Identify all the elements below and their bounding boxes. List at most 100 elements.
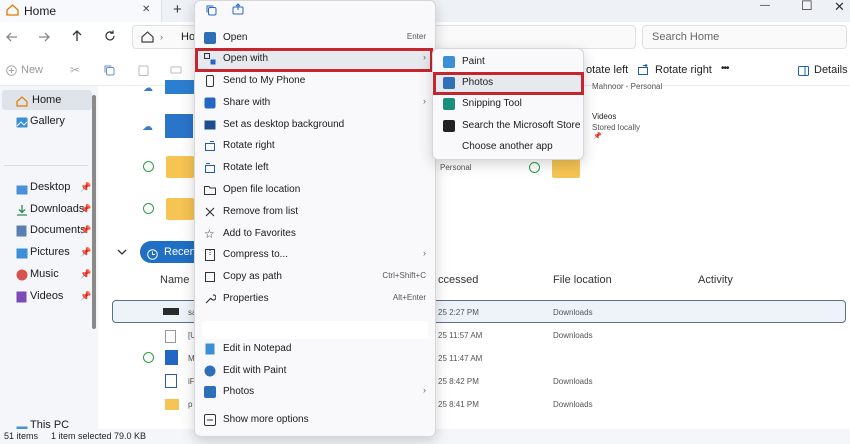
rotate-left-icon	[204, 162, 216, 174]
pin-icon: 📌	[80, 291, 92, 301]
column-header-activity[interactable]: Activity	[698, 274, 733, 286]
sidebar-scrollbar[interactable]	[92, 95, 96, 329]
sidebar-item-documents[interactable]: Documents 📌	[0, 220, 92, 240]
menu-item-remove-from-list[interactable]: Remove from list	[194, 202, 436, 223]
sidebar-item-downloads[interactable]: Downloads 📌	[0, 199, 92, 219]
submenu-item-microsoft-store[interactable]: Search the Microsoft Store	[432, 116, 584, 137]
pin-icon: 📌	[80, 269, 92, 279]
folder-thumbnail[interactable]	[166, 156, 194, 178]
menu-item-properties[interactable]: Properties Alt+Enter	[194, 289, 436, 310]
paint-icon	[204, 365, 216, 377]
sidebar-item-label: Videos	[30, 290, 64, 302]
close-window-button[interactable]: ✕	[834, 0, 845, 15]
menu-item-photos[interactable]: Photos ›	[194, 382, 436, 403]
sidebar-item-desktop[interactable]: Desktop 📌	[0, 177, 91, 197]
synced-check-icon	[143, 352, 154, 363]
menu-item-rotate-left[interactable]: Rotate left	[194, 158, 436, 179]
image-thumbnail[interactable]	[165, 114, 193, 138]
submenu-item-paint[interactable]: Paint	[432, 52, 584, 73]
rename-icon[interactable]	[170, 64, 182, 79]
more-options-icon[interactable]: •••	[721, 63, 729, 74]
rotate-right-button[interactable]: Rotate right	[655, 64, 712, 76]
menu-item-share-with[interactable]: Share with ›	[194, 93, 436, 114]
file-icon	[165, 350, 178, 365]
sidebar-item-label: This PC	[30, 419, 70, 429]
new-tab-button[interactable]: +	[173, 1, 182, 18]
zip-icon	[204, 249, 216, 261]
submenu-item-snipping-tool[interactable]: Snipping Tool	[432, 94, 584, 115]
photos-highlight	[433, 72, 584, 95]
forward-arrow-icon[interactable]	[38, 31, 50, 45]
close-icon	[204, 206, 216, 218]
chevron-right-icon: ›	[423, 248, 426, 258]
menu-item-copy-as-path[interactable]: Copy as path Ctrl+Shift+C	[194, 267, 436, 288]
column-header-name[interactable]: Name	[160, 274, 189, 286]
photos-app-icon	[204, 386, 216, 398]
notepad-icon	[204, 343, 216, 355]
chevron-right-icon: ›	[160, 32, 163, 42]
pin-icon: 📌	[593, 133, 602, 140]
details-button[interactable]: Details	[814, 64, 848, 76]
menu-item-edit-in-notepad[interactable]: Edit in Notepad	[194, 339, 436, 360]
sidebar-item-home[interactable]: Home	[2, 90, 92, 110]
synced-check-icon	[529, 162, 540, 173]
menu-item-add-to-favorites[interactable]: ☆ Add to Favorites	[194, 224, 436, 245]
copy-icon[interactable]	[205, 4, 217, 19]
sidebar-item-pictures[interactable]: Pictures 📌	[0, 242, 91, 262]
file-thumbnail	[163, 308, 179, 315]
new-button[interactable]: New	[21, 64, 43, 76]
chevron-down-icon[interactable]	[117, 245, 127, 259]
sidebar-item-gallery[interactable]: Gallery	[0, 111, 90, 131]
sidebar-item-label: Music	[30, 268, 59, 280]
menu-item-send-to-phone[interactable]: Send to My Phone	[194, 71, 436, 92]
open-with-highlight	[195, 48, 433, 72]
tab-home[interactable]: Home ✕	[0, 0, 162, 22]
pin-icon: 📌	[80, 225, 92, 235]
menu-item-open-file-location[interactable]: Open file location	[194, 180, 436, 201]
copy-icon[interactable]	[103, 64, 115, 79]
share-with-icon	[204, 97, 216, 109]
rotate-left-button[interactable]: otate left	[586, 64, 628, 76]
snipping-tool-icon	[443, 98, 455, 110]
menu-item-edit-with-paint[interactable]: Edit with Paint	[194, 361, 436, 382]
details-pane-icon[interactable]	[798, 65, 809, 79]
sidebar-item-music[interactable]: Music 📌	[0, 264, 92, 284]
minimize-button[interactable]: —	[760, 0, 770, 11]
paste-icon[interactable]	[138, 64, 149, 79]
sidebar-item-label: Desktop	[30, 181, 71, 193]
refresh-icon[interactable]	[104, 30, 116, 45]
pin-icon: 📌	[80, 204, 92, 214]
address-text: Ho	[181, 31, 196, 43]
item-count: 51 items	[4, 431, 39, 441]
sidebar-item-videos[interactable]: Videos 📌	[0, 286, 92, 306]
file-name: p	[188, 400, 193, 409]
column-header-accessed[interactable]: ccessed	[438, 274, 478, 286]
back-arrow-icon[interactable]	[6, 31, 18, 45]
quick-access-subtitle: Personal	[440, 163, 472, 172]
paint-icon	[443, 56, 455, 68]
submenu-item-choose-another-app[interactable]: Choose another app	[432, 137, 584, 158]
star-icon: ☆	[204, 227, 215, 241]
folder-thumbnail[interactable]	[166, 198, 194, 220]
share-icon[interactable]	[232, 3, 244, 18]
cut-icon[interactable]: ✂	[70, 63, 80, 77]
menu-item-rotate-right[interactable]: Rotate right	[194, 136, 436, 157]
up-arrow-icon[interactable]	[72, 30, 82, 45]
menu-item-set-desktop-background[interactable]: Set as desktop background	[194, 115, 436, 136]
new-icon[interactable]	[6, 65, 17, 79]
menu-item-open[interactable]: Open Enter	[194, 28, 436, 49]
tab-close-button[interactable]: ✕	[142, 4, 150, 15]
cloud-icon: ☁	[142, 121, 153, 133]
menu-item-show-more-options[interactable]: Show more options	[194, 410, 436, 431]
menu-item-compress-to[interactable]: Compress to... ›	[194, 245, 436, 266]
file-icon	[165, 330, 176, 343]
maximize-button[interactable]: ☐	[801, 0, 813, 14]
column-header-location[interactable]: File location	[553, 274, 612, 286]
sidebar-item-this-pc[interactable]: This PC	[0, 419, 90, 429]
rotate-right-icon[interactable]	[637, 63, 649, 79]
quick-access-title: Videos	[592, 112, 617, 121]
search-input[interactable]: Search Home	[642, 25, 847, 49]
folder-thumbnail[interactable]	[165, 80, 195, 94]
sidebar-item-label: Gallery	[30, 115, 65, 127]
file-icon	[165, 374, 177, 388]
